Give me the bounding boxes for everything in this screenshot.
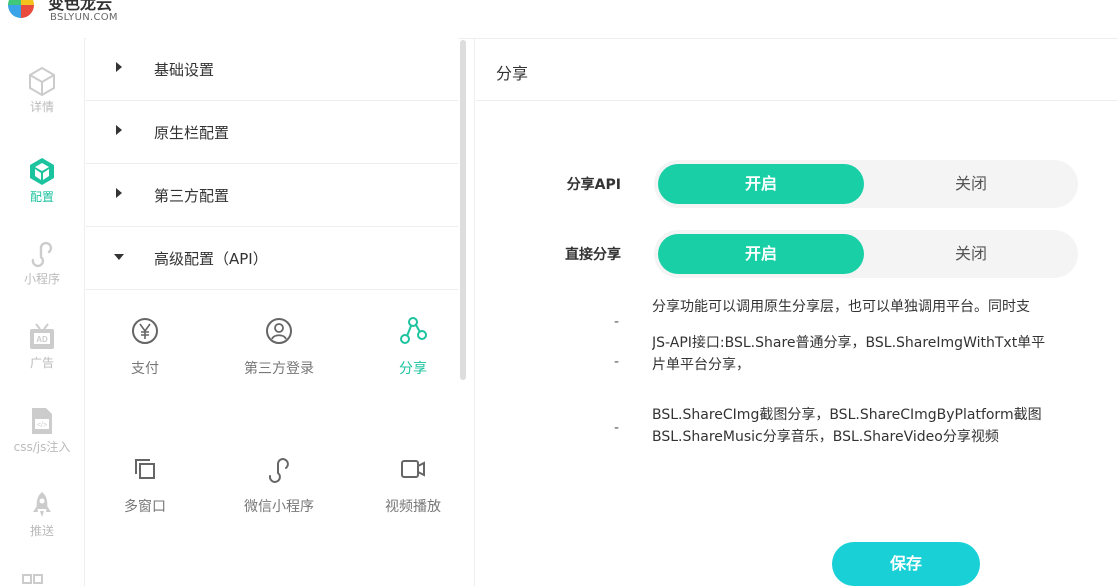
svg-text:</>: </> xyxy=(37,422,47,429)
tool-label: 微信小程序 xyxy=(244,499,314,515)
menu-scrollbar[interactable] xyxy=(460,40,466,380)
nav-label: 广告 xyxy=(29,356,54,370)
nav-label: 推送 xyxy=(29,524,54,538)
brand-domain: BSLYUN.COM xyxy=(50,12,118,23)
menu-item-label: 基础设置 xyxy=(154,61,215,79)
share-api-off-button[interactable]: 关闭 xyxy=(868,164,1074,204)
nav-label: 详情 xyxy=(29,100,54,114)
caret-down-icon xyxy=(114,254,124,260)
miniprogram-icon xyxy=(268,458,289,483)
share-api-toggle: 开启 关闭 xyxy=(654,160,1078,208)
share-icon xyxy=(400,317,427,344)
tool-wechat-miniprogram[interactable]: 微信小程序 xyxy=(224,454,334,516)
tool-label: 多窗口 xyxy=(124,499,166,515)
panel-divider xyxy=(474,38,475,586)
cube-icon xyxy=(29,66,55,96)
nav-label: 配置 xyxy=(29,190,54,204)
menu-item-label: 原生栏配置 xyxy=(154,124,230,142)
rocket-icon xyxy=(33,492,51,517)
tool-share[interactable]: 分享 xyxy=(358,316,468,378)
menu-item-label: 第三方配置 xyxy=(154,187,230,205)
tool-third-party-login[interactable]: 第三方登录 xyxy=(224,316,334,378)
config-menu: 基础设置 原生栏配置 第三方配置 高级配置（API） 支付 第三方登录 分享 多… xyxy=(86,38,458,586)
share-settings-panel: 分享 分享API 开启 关闭 直接分享 开启 关闭 - 分享功能可以调用原生分享… xyxy=(476,38,1118,586)
user-icon xyxy=(266,318,292,344)
description-3: BSL.ShareCImg截图分享，BSL.ShareCImgByPlatfor… xyxy=(652,407,1042,445)
direct-share-toggle: 开启 关闭 xyxy=(654,230,1078,278)
video-icon xyxy=(401,460,425,478)
tool-label: 视频播放 xyxy=(385,499,441,515)
menu-item-label: 高级配置（API） xyxy=(154,250,268,268)
direct-share-off-button[interactable]: 关闭 xyxy=(868,234,1074,274)
tool-label: 支付 xyxy=(131,361,159,377)
page-title: 分享 xyxy=(496,64,529,83)
nav-item-push[interactable]: 推送 xyxy=(0,490,84,539)
share-api-label: 分享API xyxy=(566,177,621,193)
multi-window-icon xyxy=(135,459,155,479)
nav-label: css/js注入 xyxy=(13,440,71,454)
direct-share-label: 直接分享 xyxy=(565,247,621,263)
tool-label: 第三方登录 xyxy=(244,361,314,377)
logo-icon xyxy=(8,0,34,18)
caret-right-icon xyxy=(116,62,122,72)
bullet-dash: - xyxy=(614,420,620,436)
tool-video-playback[interactable]: 视频播放 xyxy=(358,454,468,516)
ad-icon: AD xyxy=(30,323,54,349)
svg-text:AD: AD xyxy=(36,335,48,344)
tool-payment[interactable]: 支付 xyxy=(90,316,200,378)
code-file-icon: </> xyxy=(32,408,52,434)
menu-item-basic[interactable]: 基础设置 xyxy=(86,38,458,101)
nav-item-miniprogram[interactable]: 小程序 xyxy=(0,238,84,287)
nav-item-ad[interactable]: AD 广告 xyxy=(0,322,84,371)
description-2: JS-API接口:BSL.Share普通分享，BSL.ShareImgWithT… xyxy=(652,335,1046,373)
description-1: 分享功能可以调用原生分享层，也可以单独调用平台。同时支 xyxy=(652,299,1030,315)
top-bar: 变色龙云 BSLYUN.COM xyxy=(0,0,1118,39)
bullet-dash: - xyxy=(614,314,620,330)
menu-item-advanced-api[interactable]: 高级配置（API） xyxy=(86,227,458,290)
left-sidebar: 详情 配置 小程序 AD 广告 </> css/js注入 推送 xyxy=(0,38,85,586)
nav-item-details[interactable]: 详情 xyxy=(0,66,84,115)
save-button[interactable]: 保存 xyxy=(832,542,980,586)
nav-item-code-inject[interactable]: </> css/js注入 xyxy=(0,406,84,455)
yen-icon xyxy=(132,318,158,344)
caret-right-icon xyxy=(116,125,122,135)
nav-label: 小程序 xyxy=(23,272,60,286)
menu-item-third-party[interactable]: 第三方配置 xyxy=(86,164,458,227)
tool-multi-window[interactable]: 多窗口 xyxy=(90,454,200,516)
tool-label: 分享 xyxy=(399,361,427,377)
cube-active-icon xyxy=(30,158,54,185)
nav-item-config[interactable]: 配置 xyxy=(0,156,84,205)
caret-right-icon xyxy=(116,188,122,198)
miniprogram-icon xyxy=(31,241,53,268)
title-divider xyxy=(476,100,1118,101)
bullet-dash: - xyxy=(614,354,620,370)
menu-item-native-bar[interactable]: 原生栏配置 xyxy=(86,101,458,164)
direct-share-on-button[interactable]: 开启 xyxy=(658,234,864,274)
share-api-on-button[interactable]: 开启 xyxy=(658,164,864,204)
